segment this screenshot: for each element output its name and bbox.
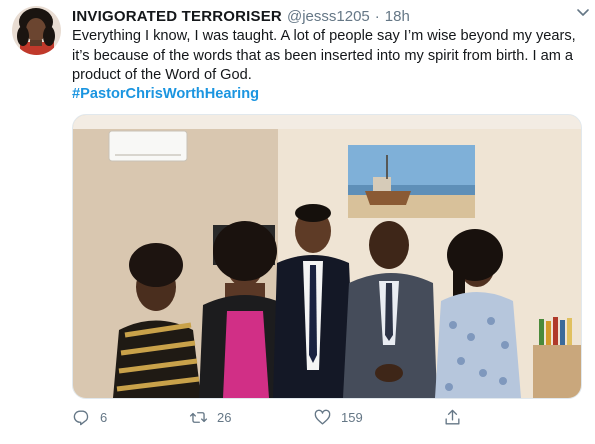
tweet[interactable]: INVIGORATED TERRORISER @jesss1205 · 18h … [0,0,595,444]
reply-count: 6 [100,410,108,425]
reply-button[interactable]: 6 [72,408,107,427]
group-photo [73,115,581,398]
tweet-menu-button[interactable] [575,4,591,20]
share-button[interactable] [443,408,462,427]
reply-icon [73,410,89,426]
tweet-text: Everything I know, I was taught. A lot o… [72,28,576,83]
avatar-image [12,6,61,55]
chevron-down-icon [577,9,589,16]
avatar[interactable] [12,6,61,55]
tweet-actions: 6 26 159 [72,404,582,432]
hashtag-link[interactable]: #PastorChrisWorthHearing [72,85,259,105]
handle[interactable]: @jesss1205 [287,8,370,25]
retweet-count: 26 [217,410,232,425]
timestamp[interactable]: 18h [385,8,410,25]
heart-icon [314,409,331,425]
retweet-button[interactable]: 26 [189,408,231,427]
separator: · [374,7,380,25]
share-icon [445,409,460,425]
like-count: 159 [341,410,363,425]
tweet-header: INVIGORATED TERRORISER @jesss1205 · 18h [72,6,581,26]
tweet-photo[interactable] [72,114,582,399]
retweet-icon [189,412,208,423]
display-name[interactable]: INVIGORATED TERRORISER [72,8,282,25]
like-button[interactable]: 159 [313,408,363,427]
